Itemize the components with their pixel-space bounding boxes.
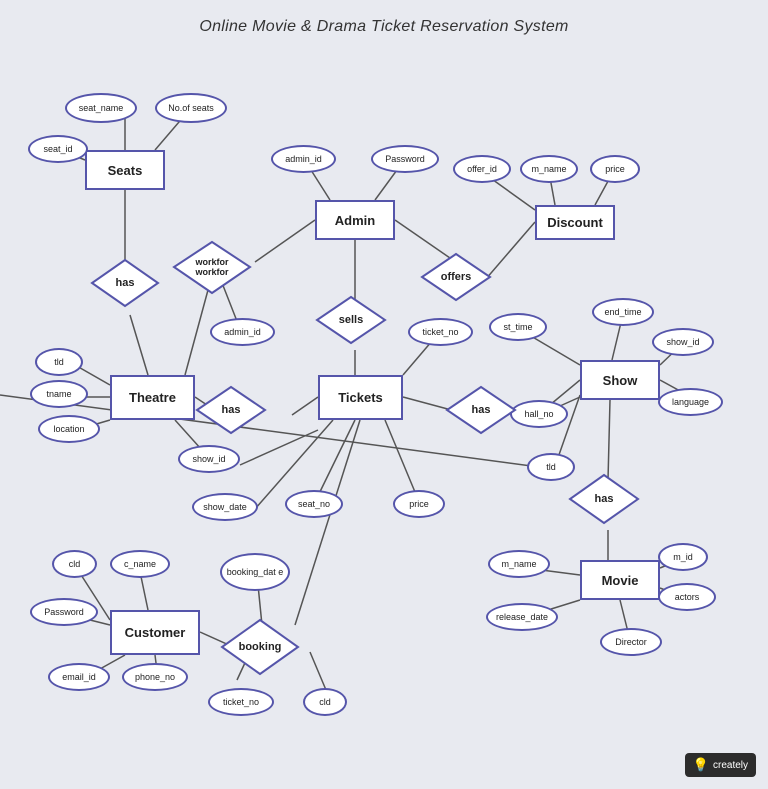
- attr-password-cust: Password: [30, 598, 98, 626]
- entity-discount: Discount: [535, 205, 615, 240]
- rel-offers: offers: [420, 252, 492, 302]
- attr-end-time: end_time: [592, 298, 654, 326]
- entity-show: Show: [580, 360, 660, 400]
- attr-price-discount: price: [590, 155, 640, 183]
- attr-language: language: [658, 388, 723, 416]
- attr-booking-date: booking_dat e: [220, 553, 290, 591]
- attr-offer-id: offer_id: [453, 155, 511, 183]
- attr-m-name-movie: m_name: [488, 550, 550, 578]
- attr-location: location: [38, 415, 100, 443]
- attr-seat-id: seat_id: [28, 135, 88, 163]
- entity-seats: Seats: [85, 150, 165, 190]
- diagram-container: Online Movie & Drama Ticket Reservation …: [0, 0, 768, 789]
- entity-theatre: Theatre: [110, 375, 195, 420]
- attr-no-of-seats: No.of seats: [155, 93, 227, 123]
- attr-phone-no: phone_no: [122, 663, 188, 691]
- attr-director: Director: [600, 628, 662, 656]
- entity-customer: Customer: [110, 610, 200, 655]
- rel-booking: booking: [220, 618, 300, 676]
- rel-workfor: workforworkfor: [172, 240, 252, 295]
- attr-m-name-discount: m_name: [520, 155, 578, 183]
- rel-has-theatre: has: [195, 385, 267, 435]
- watermark: 💡 creately: [685, 753, 756, 777]
- entity-movie: Movie: [580, 560, 660, 600]
- attr-seat-name: seat_name: [65, 93, 137, 123]
- attr-m-id: m_id: [658, 543, 708, 571]
- attr-tname: tname: [30, 380, 88, 408]
- attr-admin-id-mid: admin_id: [210, 318, 275, 346]
- attr-hall-no: hall_no: [510, 400, 568, 428]
- attr-st-time: st_time: [489, 313, 547, 341]
- attr-seat-no: seat_no: [285, 490, 343, 518]
- entity-admin: Admin: [315, 200, 395, 240]
- attr-price-tickets: price: [393, 490, 445, 518]
- attr-cld-booking: cld: [303, 688, 347, 716]
- attr-ticket-no: ticket_no: [408, 318, 473, 346]
- attr-c-name: c_name: [110, 550, 170, 578]
- attr-cld: cld: [52, 550, 97, 578]
- rel-has-movie: has: [568, 473, 640, 525]
- entity-tickets: Tickets: [318, 375, 403, 420]
- attr-show-id-theatre: show_id: [178, 445, 240, 473]
- attr-admin-id-top: admin_id: [271, 145, 336, 173]
- rel-has-seats: has: [90, 258, 160, 308]
- rel-sells: sells: [315, 295, 387, 345]
- attr-show-id-show: show_id: [652, 328, 714, 356]
- attr-tld: tld: [35, 348, 83, 376]
- attr-password-admin: Password: [371, 145, 439, 173]
- attr-email-id: email_id: [48, 663, 110, 691]
- attr-ticket-no-booking: ticket_no: [208, 688, 274, 716]
- attr-release-date: release_date: [486, 603, 558, 631]
- rel-has-show: has: [445, 385, 517, 435]
- diagram-title: Online Movie & Drama Ticket Reservation …: [0, 0, 768, 36]
- attr-show-date: show_date: [192, 493, 258, 521]
- attr-actors: actors: [658, 583, 716, 611]
